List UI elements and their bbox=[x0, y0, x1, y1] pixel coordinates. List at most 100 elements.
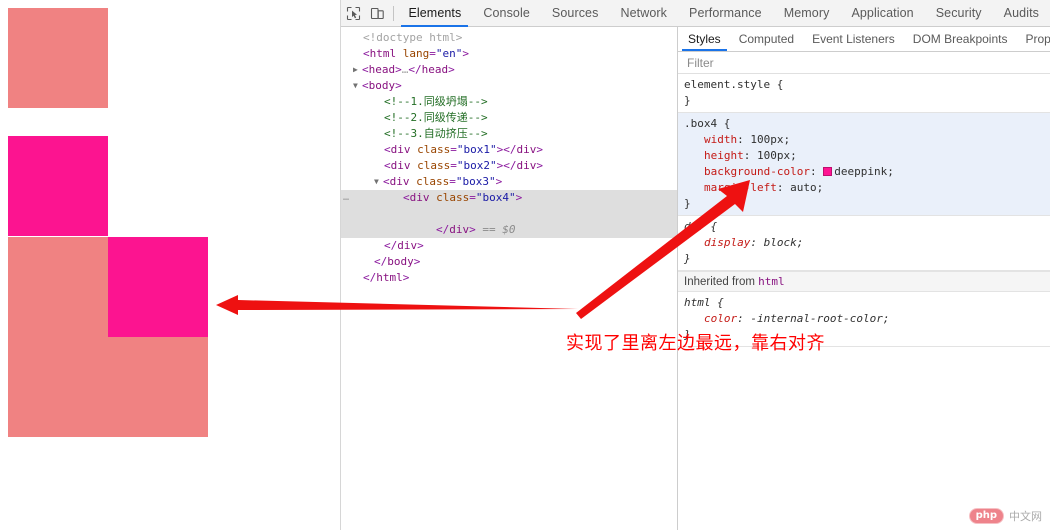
value-margin-left[interactable]: auto bbox=[790, 181, 817, 194]
tab-sources[interactable]: Sources bbox=[541, 0, 610, 27]
tab-elements[interactable]: Elements bbox=[397, 0, 472, 27]
devtools-screenshot: Elements Console Sources Network Perform… bbox=[0, 0, 1050, 530]
color-swatch-deeppink[interactable] bbox=[823, 167, 833, 176]
prop-display[interactable]: display bbox=[704, 236, 750, 249]
tab-application-label: Application bbox=[851, 6, 914, 20]
dom-row-box1[interactable]: < div class = "box1" ></div > bbox=[341, 142, 677, 158]
expand-head-twisty[interactable]: ▶ bbox=[353, 62, 362, 78]
tag-body-close: body bbox=[387, 255, 414, 268]
dom-row-comment-3[interactable]: <!--3.自动挤压--> bbox=[341, 126, 677, 142]
prop-color[interactable]: color bbox=[704, 312, 737, 325]
tab-event-listeners[interactable]: Event Listeners bbox=[803, 27, 904, 51]
tag-div-box3-close: div bbox=[397, 239, 418, 252]
tab-properties[interactable]: Prop bbox=[1016, 27, 1050, 51]
prop-margin-left[interactable]: margin-left bbox=[704, 181, 777, 194]
tab-dom-breakpoints-label: DOM Breakpoints bbox=[912, 32, 1008, 46]
dom-row-box3-close[interactable]: </div > bbox=[341, 238, 677, 254]
comment-2-text: <!--2.同级传递--> bbox=[384, 111, 488, 124]
tag-div-box2: div bbox=[390, 159, 411, 172]
tab-network[interactable]: Network bbox=[609, 0, 678, 27]
tab-network-label: Network bbox=[620, 6, 668, 20]
devtools-panes: <!doctype html> < html lang = "en" > ▶ < head >… bbox=[341, 27, 1050, 530]
dom-row-box4-close[interactable]: </div > == $0 bbox=[341, 222, 677, 238]
rendered-box4 bbox=[108, 237, 208, 337]
selector-element-style[interactable]: element.style bbox=[684, 78, 770, 91]
tab-computed[interactable]: Computed bbox=[730, 27, 803, 51]
tag-head-open: head bbox=[368, 63, 396, 76]
dom-row-body-open[interactable]: ▼ < body > bbox=[341, 78, 677, 94]
tab-security[interactable]: Security bbox=[925, 0, 993, 27]
prop-background-color[interactable]: background-color bbox=[704, 165, 810, 178]
tag-body-open: body bbox=[368, 79, 396, 92]
tab-elements-label: Elements bbox=[408, 6, 462, 20]
selector-div[interactable]: div bbox=[684, 220, 704, 233]
tab-properties-label: Prop bbox=[1025, 32, 1050, 46]
attr-lang: lang bbox=[402, 47, 430, 60]
css-rule-html-ua[interactable]: html { color: -internal-root-color; } bbox=[678, 292, 1050, 347]
tab-event-listeners-label: Event Listeners bbox=[812, 32, 895, 46]
styles-filter-bar[interactable] bbox=[678, 52, 1050, 74]
dom-row-box4-open[interactable]: … < div class = "box4" > bbox=[341, 190, 677, 206]
devtools-toolbar: Elements Console Sources Network Perform… bbox=[341, 0, 1050, 27]
tab-memory[interactable]: Memory bbox=[773, 0, 841, 27]
tag-div-box2-close: div bbox=[516, 159, 537, 172]
toolbar-divider bbox=[392, 5, 394, 21]
tab-computed-label: Computed bbox=[738, 32, 795, 46]
tab-application[interactable]: Application bbox=[840, 0, 924, 27]
gutter-ellipsis-icon[interactable]: … bbox=[343, 190, 350, 206]
selector-box4[interactable]: .box4 bbox=[684, 117, 717, 130]
prop-height[interactable]: height bbox=[704, 149, 744, 162]
value-color[interactable]: -internal-root-color bbox=[750, 312, 882, 325]
tab-performance[interactable]: Performance bbox=[678, 0, 773, 27]
class-value-box3: "box3" bbox=[455, 175, 496, 188]
tag-head-close: head bbox=[421, 63, 449, 76]
styles-filter-input[interactable] bbox=[685, 54, 1032, 71]
attr-lang-value: "en" bbox=[435, 47, 463, 60]
value-background-color[interactable]: deeppink bbox=[834, 165, 887, 178]
rendered-box2 bbox=[8, 136, 108, 236]
comment-3-text: <!--3.自动挤压--> bbox=[384, 127, 488, 140]
collapse-body-twisty[interactable]: ▼ bbox=[353, 78, 362, 94]
collapse-box3-twisty[interactable]: ▼ bbox=[374, 174, 383, 190]
css-rule-box4[interactable]: .box4 { width: 100px; height: 100px; bac… bbox=[678, 113, 1050, 216]
value-width[interactable]: 100px bbox=[750, 133, 783, 146]
class-value-box1: "box1" bbox=[456, 143, 497, 156]
prop-width[interactable]: width bbox=[704, 133, 737, 146]
inherited-from-header: Inherited from html bbox=[678, 271, 1050, 292]
css-rule-div-ua[interactable]: div { display: block; } bbox=[678, 216, 1050, 271]
selector-html[interactable]: html bbox=[684, 296, 711, 309]
tag-div-box4-close: div bbox=[449, 223, 470, 236]
tag-div-box1-close: div bbox=[516, 143, 537, 156]
value-display[interactable]: block bbox=[764, 236, 797, 249]
tab-memory-label: Memory bbox=[783, 6, 830, 20]
watermark-badge: php bbox=[968, 508, 1004, 524]
value-height[interactable]: 100px bbox=[757, 149, 790, 162]
dom-tree-pane[interactable]: <!doctype html> < html lang = "en" > ▶ < head >… bbox=[341, 27, 677, 530]
inherited-label: Inherited from bbox=[684, 276, 755, 288]
tab-styles[interactable]: Styles bbox=[679, 27, 730, 51]
dom-row-box3-open[interactable]: ▼ < div class = "box3" > bbox=[341, 174, 677, 190]
comment-1-text: <!--1.同级坍塌--> bbox=[384, 95, 488, 108]
head-collapsed-ellipsis: … bbox=[401, 63, 409, 76]
page-viewport bbox=[0, 0, 340, 530]
tab-sources-label: Sources bbox=[551, 6, 599, 20]
dom-row-comment-1[interactable]: <!--1.同级坍塌--> bbox=[341, 94, 677, 110]
attr-class-box2: class bbox=[417, 159, 451, 172]
dom-row-head[interactable]: ▶ < head >… </head > bbox=[341, 62, 677, 78]
selected-node-marker: == $0 bbox=[482, 223, 516, 236]
tab-dom-breakpoints[interactable]: DOM Breakpoints bbox=[904, 27, 1017, 51]
doctype-text: <!doctype html> bbox=[363, 31, 463, 44]
inspect-element-icon[interactable] bbox=[341, 0, 365, 26]
dom-row-box2[interactable]: < div class = "box2" ></div > bbox=[341, 158, 677, 174]
class-value-box2: "box2" bbox=[456, 159, 497, 172]
dom-row-comment-2[interactable]: <!--2.同级传递--> bbox=[341, 110, 677, 126]
dom-row-html-open[interactable]: < html lang = "en" > bbox=[341, 46, 677, 62]
css-rule-element-style[interactable]: element.style { } bbox=[678, 74, 1050, 113]
tab-audits[interactable]: Audits bbox=[993, 0, 1050, 27]
dom-row-body-close[interactable]: </body > bbox=[341, 254, 677, 270]
tab-console[interactable]: Console bbox=[472, 0, 541, 27]
devtools-panel: Elements Console Sources Network Perform… bbox=[341, 0, 1050, 530]
dom-row-doctype[interactable]: <!doctype html> bbox=[341, 30, 677, 46]
dom-row-html-close[interactable]: </html > bbox=[341, 270, 677, 286]
device-toolbar-icon[interactable] bbox=[365, 0, 389, 26]
